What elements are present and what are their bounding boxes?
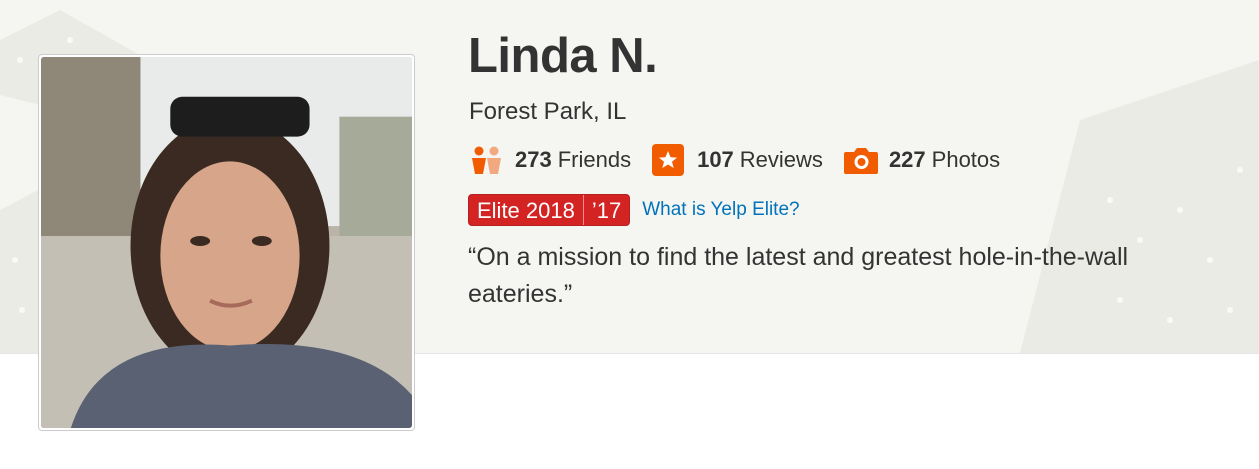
camera-icon (843, 144, 879, 176)
photos-stat[interactable]: 227 Photos (843, 144, 1000, 176)
elite-badge[interactable]: Elite 2018 ’17 (468, 194, 631, 226)
elite-row: Elite 2018 ’17 What is Yelp Elite? (468, 194, 800, 226)
friends-count: 273 (515, 147, 552, 172)
elite-badge-previous: ’17 (582, 195, 629, 225)
friends-icon (469, 144, 505, 176)
friends-stat[interactable]: 273 Friends (469, 144, 631, 176)
elite-badge-current: Elite 2018 (477, 198, 575, 223)
profile-photo[interactable] (38, 54, 415, 431)
friends-label: Friends (557, 147, 632, 172)
photos-count: 227 (888, 147, 926, 172)
profile-name: Linda N. (468, 29, 658, 83)
reviews-stat[interactable]: 107 Reviews (651, 144, 823, 176)
reviews-label: Reviews (739, 147, 823, 172)
profile-photo-image (41, 57, 412, 428)
profile-stats: 273 Friends 107 Reviews 227 Photos (469, 142, 1020, 178)
profile-tagline: “On a mission to find the latest and gre… (468, 243, 1129, 308)
reviews-count: 107 (697, 147, 734, 172)
what-is-elite-link[interactable]: What is Yelp Elite? (642, 199, 799, 221)
profile-location: Forest Park, IL (469, 98, 627, 125)
photos-label: Photos (931, 147, 1001, 172)
star-icon (651, 144, 687, 176)
